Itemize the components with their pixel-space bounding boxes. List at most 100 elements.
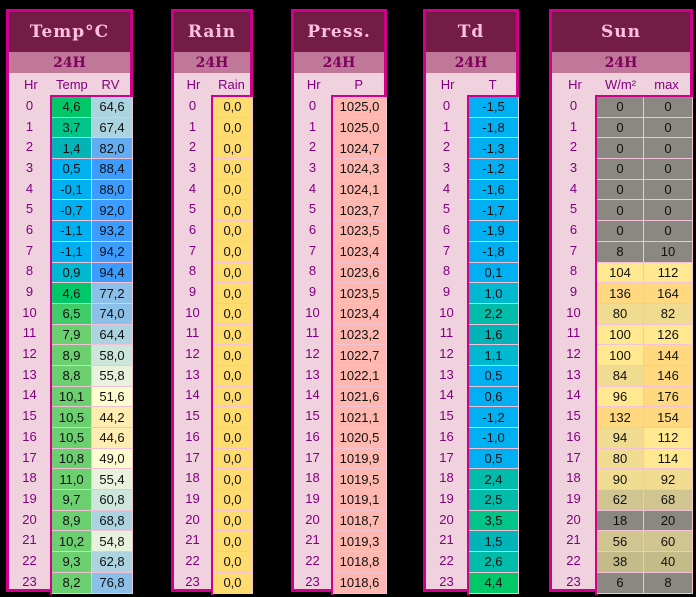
panel-press: Press. 24H Hr P 0 1 2 3 4 5 6 7 8 9 10 11 12 13 14 15 16 17 18…	[291, 9, 387, 595]
hour-cell: 10	[185, 304, 200, 320]
value-cell: 1023,6	[333, 262, 387, 284]
hour-cell: 7	[569, 242, 578, 258]
value-cell: 94	[597, 428, 644, 449]
hour-cell: 20	[305, 511, 320, 527]
hour-cell: 8	[569, 263, 578, 279]
value-cell: 6	[597, 572, 644, 594]
value-cell: 96	[597, 386, 644, 408]
value-cell: 94,4	[92, 262, 133, 284]
value-cell: 146	[644, 365, 693, 387]
hour-column: 0 1 2 3 4 5 6 7 8 9 10 11 12 13 14 15 16 17 18 19 20 21 22 23	[294, 95, 331, 592]
value-cell: 10,2	[52, 531, 92, 553]
value-cell: 4,6	[52, 283, 92, 304]
value-cell: 144	[644, 345, 693, 366]
value-cell: 0,0	[213, 428, 253, 449]
value-cell: 7,9	[52, 324, 92, 346]
hour-cell: 23	[22, 573, 37, 589]
value-cell: 0,0	[213, 510, 253, 532]
hour-cell: 1	[188, 118, 197, 134]
value-cell: 0,0	[213, 283, 253, 304]
value-cell: 1018,7	[333, 510, 387, 532]
header-sun: W/m²	[605, 76, 637, 92]
hour-cell: 8	[188, 263, 197, 279]
hour-cell: 15	[185, 408, 200, 424]
value-cell: 8	[597, 241, 644, 263]
hour-cell: 16	[185, 428, 200, 444]
value-cell: 8,9	[52, 510, 92, 532]
value-cell: 1,4	[52, 138, 92, 160]
hour-cell: 9	[188, 284, 197, 300]
column-rh: 64,6 67,4 82,0 88,4 88,0 92,0 93,2 94,2 94,4 77,2…	[92, 97, 133, 595]
data-block: 4,6 3,7 1,4 0,5 -0,1 -0,7 -1,1 -1,1 0,9 4,6 6,5 7,9…	[50, 95, 133, 595]
value-cell: 1019,1	[333, 490, 387, 511]
hour-cell: 17	[185, 449, 200, 465]
hour-cell: 22	[305, 552, 320, 568]
hour-cell: 0	[25, 97, 34, 113]
table-body: 0 1 2 3 4 5 6 7 8 9 10 11 12 13 14 15 16 17 18 19 20 21 22 23 0,…	[174, 95, 253, 595]
value-cell: 0,5	[52, 159, 92, 180]
hour-cell: 18	[22, 470, 37, 486]
hour-cell: 5	[308, 201, 317, 217]
hour-cell: 7	[308, 242, 317, 258]
value-cell: 1022,7	[333, 345, 387, 366]
hour-cell: 12	[439, 346, 454, 362]
value-cell: 0	[644, 179, 693, 201]
period-label: 24H	[9, 52, 130, 73]
hour-cell: 9	[25, 284, 34, 300]
value-cell: -1,2	[469, 407, 519, 428]
hour-cell: 22	[185, 552, 200, 568]
value-cell: 64,6	[92, 97, 133, 118]
hour-cell: 14	[22, 387, 37, 403]
value-cell: 0,0	[213, 345, 253, 366]
column-press: 1025,0 1025,0 1024,7 1024,3 1024,1 1023,7 1023…	[333, 97, 387, 595]
hour-cell: 12	[22, 346, 37, 362]
value-cell: 54,8	[92, 531, 133, 553]
value-cell: 82	[644, 303, 693, 325]
hour-cell: 17	[566, 449, 581, 465]
hour-cell: 21	[439, 532, 454, 548]
value-cell: 0,0	[213, 262, 253, 284]
hour-cell: 21	[22, 532, 37, 548]
hour-cell: 0	[569, 97, 578, 113]
value-cell: 84	[597, 365, 644, 387]
value-cell: 3,5	[469, 510, 519, 532]
hour-cell: 15	[566, 408, 581, 424]
value-cell: 60,8	[92, 490, 133, 511]
hour-cell: 21	[566, 532, 581, 548]
hour-cell: 7	[442, 242, 451, 258]
value-cell: 1023,2	[333, 324, 387, 346]
period-label: 24H	[294, 52, 384, 73]
value-cell: 20	[644, 510, 693, 532]
value-cell: -1,0	[469, 428, 519, 449]
hour-cell: 20	[439, 511, 454, 527]
hour-cell: 3	[442, 159, 451, 175]
value-cell: 0,0	[213, 200, 253, 222]
hour-cell: 18	[439, 470, 454, 486]
hour-cell: 16	[566, 428, 581, 444]
hour-cell: 19	[566, 490, 581, 506]
value-cell: 49,0	[92, 448, 133, 470]
hour-cell: 6	[308, 221, 317, 237]
value-cell: -1,1	[52, 221, 92, 242]
column-sun: 0 0 0 0 0 0 0 8 104 136 80 100 100 84 96 132 94 80 90 62 18 5…	[597, 97, 644, 595]
value-cell: 0,0	[213, 138, 253, 160]
value-cell: 90	[597, 469, 644, 491]
value-cell: 136	[597, 283, 644, 304]
value-cell: 1024,1	[333, 179, 387, 201]
hour-cell: 13	[185, 366, 200, 382]
hour-cell: 5	[569, 201, 578, 217]
header-rain: Rain	[218, 76, 245, 92]
data-block: 0,0 0,0 0,0 0,0 0,0 0,0 0,0 0,0 0,0 0,0 0,0 0,0 0,0 0…	[211, 95, 253, 595]
value-cell: 10,5	[52, 428, 92, 449]
header-temp: Temp	[55, 76, 88, 92]
column-rain: 0,0 0,0 0,0 0,0 0,0 0,0 0,0 0,0 0,0 0,0 0,0 0,0 0,0 0…	[213, 97, 253, 595]
value-cell: 0	[597, 159, 644, 180]
period-label: 24H	[426, 52, 516, 73]
panel-temp: Temp°C 24H Hr Temp RV 0 1 2 3 4 5 6 7 8 9 10 11 12 13 14 15 1…	[6, 9, 133, 595]
hour-cell: 17	[439, 449, 454, 465]
hour-column: 0 1 2 3 4 5 6 7 8 9 10 11 12 13 14 15 16 17 18 19 20 21 22 23	[9, 95, 50, 592]
hour-cell: 2	[25, 139, 34, 155]
header-hr: Hr	[186, 76, 201, 92]
value-cell: 74,0	[92, 303, 133, 325]
hour-column: 0 1 2 3 4 5 6 7 8 9 10 11 12 13 14 15 16 17 18 19 20 21 22 23	[552, 95, 595, 592]
